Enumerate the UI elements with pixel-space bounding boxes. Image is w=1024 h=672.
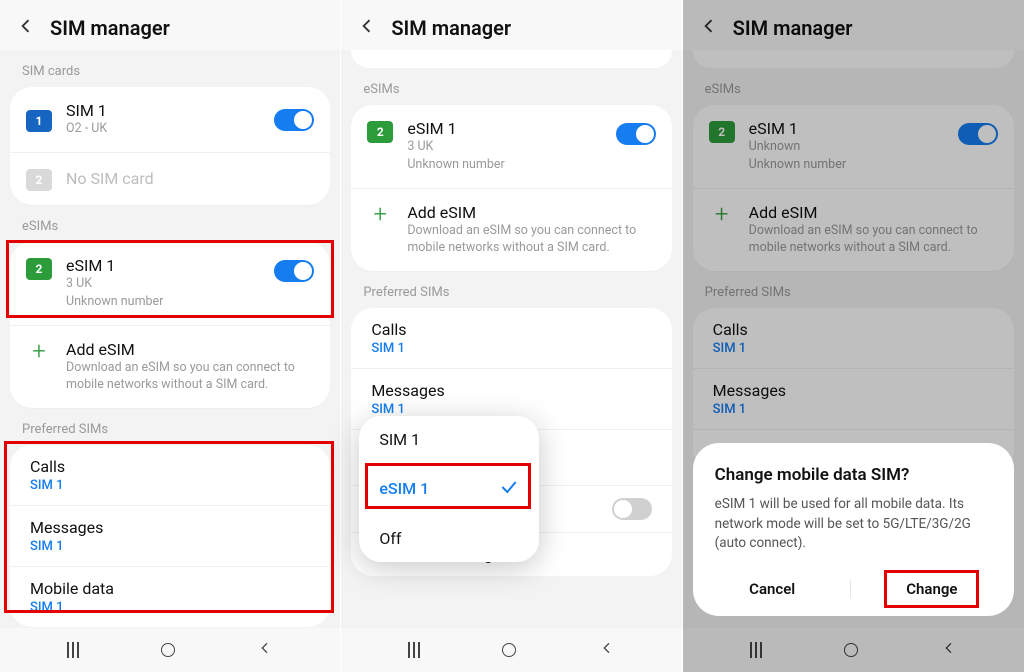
- nav-back-icon[interactable]: [599, 640, 615, 660]
- pref-messages-row[interactable]: Messages SIM 1: [10, 505, 330, 566]
- pref-messages-label: Messages: [30, 518, 310, 537]
- button-divider: [850, 580, 851, 598]
- pref-calls-value: SIM 1: [30, 478, 310, 493]
- page-title: SIM manager: [50, 16, 170, 40]
- esim1-badge-icon: 2: [26, 258, 52, 280]
- sim-cards-card: 1 SIM 1 O2 - UK 2 No SIM card: [10, 87, 330, 205]
- popup-opt3-label: Off: [379, 529, 401, 548]
- header: SIM manager: [341, 0, 681, 50]
- popup-option-sim1[interactable]: SIM 1: [359, 416, 539, 463]
- dialog-body: eSIM 1 will be used for all mobile data.…: [715, 495, 992, 554]
- cancel-button[interactable]: Cancel: [735, 572, 809, 606]
- pref-mobiledata-label: Mobile data: [30, 579, 310, 598]
- esim1-row[interactable]: 2 eSIM 1 3 UK Unknown number: [10, 242, 330, 325]
- esim1-toggle[interactable]: [616, 123, 656, 145]
- sim2-empty-row: 2 No SIM card: [10, 152, 330, 205]
- change-button[interactable]: Change: [892, 572, 971, 606]
- sim1-carrier: O2 - UK: [66, 121, 274, 138]
- page-title: SIM manager: [391, 16, 511, 40]
- back-icon[interactable]: [16, 16, 36, 40]
- header: SIM manager: [0, 0, 340, 50]
- section-sim-cards: SIM cards: [0, 50, 340, 87]
- esims-card: 2 eSIM 1 3 UK Unknown number + Add eSIM …: [351, 105, 671, 271]
- pref-messages-value: SIM 1: [30, 539, 310, 554]
- check-icon: [499, 477, 519, 501]
- nav-back-icon[interactable]: [257, 640, 273, 660]
- esim1-carrier: 3 UK: [66, 276, 274, 293]
- pref-mobiledata-row[interactable]: Mobile data SIM 1: [10, 566, 330, 627]
- phone-screen-3: SIM manager eSIMs 2 eSIM 1 Unknown Unkno…: [683, 0, 1024, 672]
- add-esim-row[interactable]: + Add eSIM Download an eSIM so you can c…: [10, 325, 330, 408]
- sim1-badge-icon: 1: [26, 110, 52, 132]
- add-esim-title: Add eSIM: [407, 203, 655, 222]
- pref-mobiledata-value: SIM 1: [30, 600, 310, 615]
- pref-calls-label: Calls: [371, 320, 651, 339]
- popup-opt1-label: SIM 1: [379, 430, 420, 449]
- sim1-toggle[interactable]: [274, 109, 314, 131]
- section-preferred: Preferred SIMs: [0, 408, 340, 445]
- sim1-name: SIM 1: [66, 101, 274, 120]
- pref-calls-row[interactable]: Calls SIM 1: [10, 445, 330, 505]
- esim1-toggle[interactable]: [274, 260, 314, 282]
- add-esim-row[interactable]: + Add eSIM Download an eSIM so you can c…: [351, 188, 671, 271]
- no-sim-label: No SIM card: [66, 169, 314, 188]
- popup-option-off[interactable]: Off: [359, 515, 539, 562]
- add-esim-title: Add eSIM: [66, 340, 314, 359]
- android-navbar: [0, 628, 340, 672]
- phone-screen-1: SIM manager SIM cards 1 SIM 1 O2 - UK 2 …: [0, 0, 341, 672]
- pref-calls-value: SIM 1: [371, 341, 651, 356]
- esim1-name: eSIM 1: [407, 119, 615, 138]
- nav-recents-icon[interactable]: [408, 642, 420, 658]
- esim1-carrier: 3 UK: [407, 139, 615, 156]
- backup-toggle[interactable]: [612, 498, 652, 520]
- nav-home-icon[interactable]: [502, 643, 516, 657]
- android-navbar: [341, 628, 681, 672]
- dialog-title: Change mobile data SIM?: [715, 465, 992, 485]
- esim1-badge-icon: 2: [367, 121, 393, 143]
- sim2-badge-icon: 2: [26, 169, 52, 191]
- preferred-card: Calls SIM 1 Messages SIM 1 Mobile data S…: [10, 445, 330, 627]
- phone-screen-2: SIM manager eSIMs 2 eSIM 1 3 UK Unknown …: [341, 0, 682, 672]
- sim1-row[interactable]: 1 SIM 1 O2 - UK: [10, 87, 330, 152]
- change-sim-dialog: Change mobile data SIM? eSIM 1 will be u…: [693, 443, 1014, 616]
- pref-messages-value: SIM 1: [371, 402, 651, 417]
- prev-card-sliver: [351, 50, 671, 68]
- add-esim-desc: Download an eSIM so you can connect to m…: [407, 223, 655, 257]
- popup-option-esim1[interactable]: eSIM 1: [359, 463, 539, 515]
- section-preferred: Preferred SIMs: [341, 271, 681, 308]
- nav-home-icon[interactable]: [161, 643, 175, 657]
- back-icon[interactable]: [357, 16, 377, 40]
- pref-calls-label: Calls: [30, 457, 310, 476]
- popup-opt2-label: eSIM 1: [379, 479, 429, 498]
- section-esims: eSIMs: [341, 68, 681, 105]
- esim1-name: eSIM 1: [66, 256, 274, 275]
- plus-icon: +: [26, 340, 52, 362]
- add-esim-desc: Download an eSIM so you can connect to m…: [66, 360, 314, 394]
- esim1-row[interactable]: 2 eSIM 1 3 UK Unknown number: [351, 105, 671, 188]
- sim-select-popup: SIM 1 eSIM 1 Off: [359, 416, 539, 562]
- section-esims: eSIMs: [0, 205, 340, 242]
- plus-icon: +: [367, 203, 393, 225]
- pref-messages-label: Messages: [371, 381, 651, 400]
- esim1-number: Unknown number: [407, 157, 615, 174]
- esim1-number: Unknown number: [66, 294, 274, 311]
- pref-calls-row[interactable]: Calls SIM 1: [351, 308, 671, 368]
- esims-card: 2 eSIM 1 3 UK Unknown number + Add eSIM …: [10, 242, 330, 408]
- nav-recents-icon[interactable]: [67, 642, 79, 658]
